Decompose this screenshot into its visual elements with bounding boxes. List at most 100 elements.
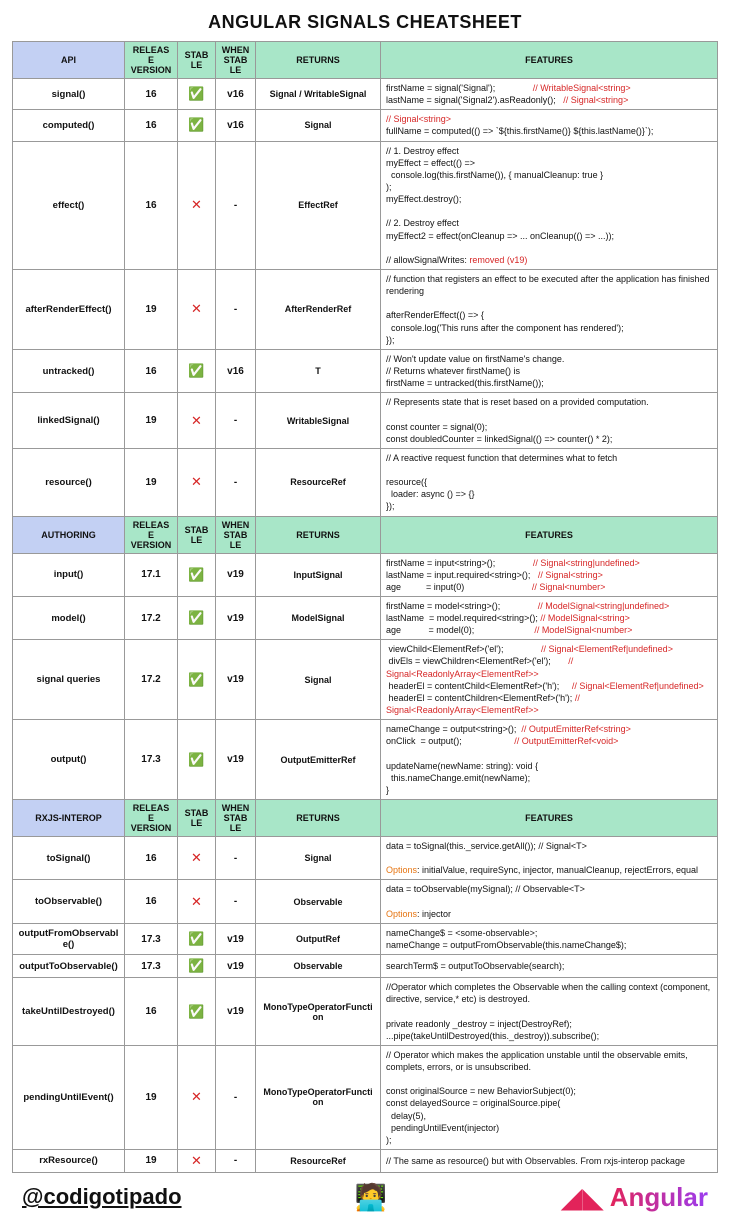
table-row: toSignal()16✕-Signaldata = toSignal(this… (13, 837, 718, 880)
code-fragment: age = input(0) (386, 582, 532, 592)
code-fragment: // WritableSignal<string> (533, 83, 631, 93)
code-fragment: removed (v19) (469, 255, 527, 265)
col-when: WHEN STABLE (216, 42, 256, 79)
table-row: linkedSignal()19✕-WritableSignal// Repre… (13, 393, 718, 449)
table-row: signal()16✅v16Signal / WritableSignalfir… (13, 79, 718, 110)
check-icon: ✅ (188, 1004, 204, 1019)
col-stable: STABLE (178, 516, 216, 553)
cell-stable: ✕ (178, 1149, 216, 1172)
code-fragment: : injector (417, 909, 451, 919)
col-release: RELEASE VERSION (125, 42, 178, 79)
cell-features: // function that registers an effect to … (381, 269, 718, 349)
check-icon: ✅ (188, 567, 204, 582)
cross-icon: ✕ (191, 1089, 202, 1104)
check-icon: ✅ (188, 86, 204, 101)
code-fragment: searchTerm$ = outputToObservable(search)… (386, 961, 564, 971)
code-fragment: divEls = viewChildren<ElementRef>('el'); (386, 656, 568, 666)
code-fragment: // Signal<string|undefined> (533, 558, 640, 568)
table-row: resource()19✕-ResourceRef// A reactive r… (13, 448, 718, 516)
code-fragment: // Signal<string> (563, 95, 628, 105)
page-title: ANGULAR SIGNALS CHEATSHEET (12, 12, 718, 33)
cell-features: searchTerm$ = outputToObservable(search)… (381, 955, 718, 978)
col-features: FEATURES (381, 42, 718, 79)
code-fragment: headerEl = contentChild<ElementRef>('h')… (386, 681, 572, 691)
cell-api: outputToObservable() (13, 955, 125, 978)
cell-returns: Signal (256, 640, 381, 720)
angular-shield-icon: ◢◣ (561, 1181, 604, 1214)
cell-returns: Signal / WritableSignal (256, 79, 381, 110)
cell-release: 16 (125, 110, 178, 141)
code-fragment: // Won't update value on firstName's cha… (386, 354, 564, 388)
cell-api: signal() (13, 79, 125, 110)
cell-when: v19 (216, 596, 256, 639)
cell-returns: InputSignal (256, 553, 381, 596)
cell-features: //Operator which completes the Observabl… (381, 978, 718, 1046)
table-row: output()17.3✅v19OutputEmitterRefnameChan… (13, 720, 718, 800)
cell-release: 16 (125, 349, 178, 392)
code-fragment: data = toObservable(mySignal); // Observ… (386, 884, 585, 894)
cell-stable: ✕ (178, 141, 216, 269)
code-fragment: lastName = input.required<string>(); (386, 570, 538, 580)
cell-stable: ✅ (178, 349, 216, 392)
cell-returns: AfterRenderRef (256, 269, 381, 349)
check-icon: ✅ (188, 931, 204, 946)
cell-when: v16 (216, 79, 256, 110)
table-row: effect()16✕-EffectRef// 1. Destroy effec… (13, 141, 718, 269)
cross-icon: ✕ (191, 413, 202, 428)
cell-features: // Operator which makes the application … (381, 1045, 718, 1149)
table-row: rxResource()19✕-ResourceRef// The same a… (13, 1149, 718, 1172)
cell-stable: ✕ (178, 1045, 216, 1149)
cell-returns: WritableSignal (256, 393, 381, 449)
code-fragment: lastName = signal('Signal2').asReadonly(… (386, 95, 563, 105)
cell-when: - (216, 448, 256, 516)
cell-api: effect() (13, 141, 125, 269)
cell-when: v16 (216, 349, 256, 392)
cell-features: data = toSignal(this._service.getAll());… (381, 837, 718, 880)
code-fragment: // Signal<number> (532, 582, 606, 592)
table-row: signal queries17.2✅v19Signal viewChild<E… (13, 640, 718, 720)
code-fragment: data = toSignal(this._service.getAll());… (386, 841, 587, 851)
code-fragment: viewChild<ElementRef>('el'); (386, 644, 541, 654)
col-stable: STABLE (178, 800, 216, 837)
cell-api: rxResource() (13, 1149, 125, 1172)
table-row: input()17.1✅v19InputSignalfirstName = in… (13, 553, 718, 596)
cell-api: afterRenderEffect() (13, 269, 125, 349)
cell-stable: ✅ (178, 79, 216, 110)
cell-features: // Signal<string> fullName = computed(()… (381, 110, 718, 141)
cell-stable: ✕ (178, 269, 216, 349)
cell-returns: OutputRef (256, 923, 381, 954)
cell-api: input() (13, 553, 125, 596)
table-row: pendingUntilEvent()19✕-MonoTypeOperatorF… (13, 1045, 718, 1149)
table-row: takeUntilDestroyed()16✅v19MonoTypeOperat… (13, 978, 718, 1046)
code-fragment: // Signal<ElementRef|undefined> (572, 681, 704, 691)
cross-icon: ✕ (191, 1153, 202, 1168)
cell-api: takeUntilDestroyed() (13, 978, 125, 1046)
code-fragment: //Operator which completes the Observabl… (386, 982, 713, 1041)
cell-features: firstName = model<string>(); // ModelSig… (381, 596, 718, 639)
cell-features: viewChild<ElementRef>('el'); // Signal<E… (381, 640, 718, 720)
code-fragment: : initialValue, requireSync, injector, m… (417, 865, 698, 875)
cell-release: 17.3 (125, 720, 178, 800)
cell-features: nameChange = output<string>(); // Output… (381, 720, 718, 800)
cross-icon: ✕ (191, 301, 202, 316)
section-header-row: AUTHORINGRELEASE VERSIONSTABLEWHEN STABL… (13, 516, 718, 553)
cell-returns: Observable (256, 880, 381, 923)
cell-stable: ✕ (178, 393, 216, 449)
cell-api: toSignal() (13, 837, 125, 880)
cross-icon: ✕ (191, 474, 202, 489)
cell-api: computed() (13, 110, 125, 141)
check-icon: ✅ (188, 610, 204, 625)
section-name: AUTHORING (13, 516, 125, 553)
cheatsheet-table: APIRELEASE VERSIONSTABLEWHEN STABLERETUR… (12, 41, 718, 1173)
col-stable: STABLE (178, 42, 216, 79)
cross-icon: ✕ (191, 850, 202, 865)
cell-when: v19 (216, 955, 256, 978)
code-fragment: Options (386, 909, 417, 919)
col-release: RELEASE VERSION (125, 800, 178, 837)
cell-release: 16 (125, 880, 178, 923)
cell-stable: ✅ (178, 923, 216, 954)
cell-returns: MonoTypeOperatorFunction (256, 1045, 381, 1149)
cross-icon: ✕ (191, 894, 202, 909)
cell-release: 16 (125, 978, 178, 1046)
cell-when: v19 (216, 978, 256, 1046)
